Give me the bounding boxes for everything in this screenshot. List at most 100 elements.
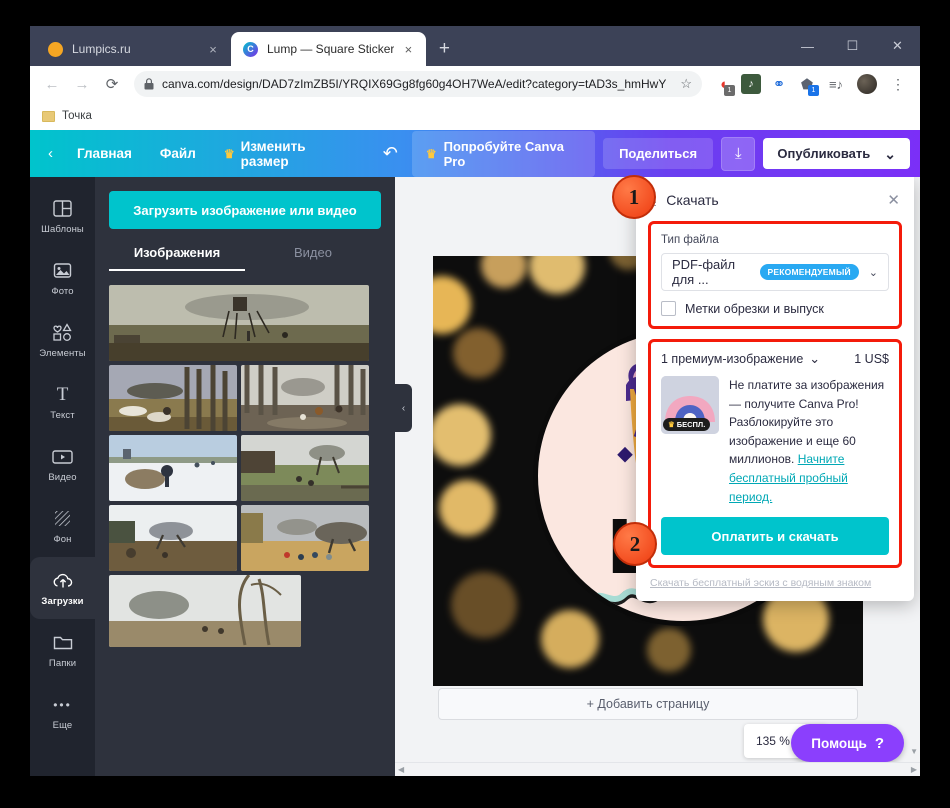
sidebar-item-video[interactable]: Видео <box>30 433 95 495</box>
templates-icon <box>53 198 72 220</box>
extension-badge: 1 <box>808 85 819 96</box>
bokeh-light <box>439 480 495 536</box>
canva-icon: C <box>243 41 258 57</box>
window-close-button[interactable]: ✕ <box>875 26 920 66</box>
extension-badge: 1 <box>724 85 735 96</box>
sidebar-item-label: Видео <box>48 471 77 483</box>
sidebar-item-folders[interactable]: Папки <box>30 619 95 681</box>
canva-body: Шаблоны Фото Элементы T Текст Видео Фон … <box>30 177 920 776</box>
music-extension-icon[interactable]: ♪ <box>741 74 761 94</box>
download-icon-button[interactable]: ⤓ <box>721 136 756 171</box>
sidebar-item-templates[interactable]: Шаблоны <box>30 185 95 247</box>
download-panel-title: Скачать <box>666 192 719 208</box>
bookmark-item-label[interactable]: Точка <box>62 110 92 122</box>
home-button[interactable]: Главная <box>63 140 146 167</box>
upload-thumbnail[interactable] <box>109 435 237 501</box>
crop-marks-row[interactable]: Метки обрезки и выпуск <box>661 301 889 316</box>
zoom-level: 135 % <box>755 734 790 748</box>
help-label: Помощь <box>811 735 867 751</box>
sidebar-item-more[interactable]: ••• Еще <box>30 681 95 743</box>
sidebar-item-photo[interactable]: Фото <box>30 247 95 309</box>
sidebar-item-label: Папки <box>48 657 77 669</box>
help-button[interactable]: Помощь ? <box>791 724 904 762</box>
pay-and-download-button[interactable]: Оплатить и скачать <box>661 517 889 556</box>
chevron-down-icon: ⌄ <box>868 266 878 279</box>
scroll-right-arrow-icon[interactable]: ▶ <box>911 765 917 774</box>
recorder-extension-icon[interactable]: ◖ 1 <box>713 74 735 96</box>
resize-button[interactable]: ♛ Изменить размер <box>210 133 369 175</box>
upload-thumbnail[interactable] <box>241 505 369 571</box>
minimize-button[interactable]: — <box>785 26 830 66</box>
upload-thumbnail[interactable] <box>109 505 237 571</box>
omnibox-url: canva.com/design/DAD7zImZB5I/YRQIX69Gg8f… <box>162 77 667 91</box>
back-icon[interactable]: ← <box>38 70 66 98</box>
filetype-value: PDF-файл для ... <box>672 257 736 287</box>
text-icon: T <box>56 383 69 405</box>
upload-thumbnail[interactable] <box>109 575 301 647</box>
free-badge-label: БЕСПЛ. <box>676 420 706 429</box>
tab-title: Lump — Square Sticker <box>267 42 395 56</box>
uploads-thumbnail-grid <box>109 285 381 647</box>
premium-count-label: 1 премиум-изображение <box>661 352 804 366</box>
undo-icon[interactable]: ↶ <box>369 139 412 168</box>
publish-label: Опубликовать <box>777 146 871 161</box>
filetype-select[interactable]: PDF-файл для ... РЕКОМЕНДУЕМЫЙ ⌄ <box>661 253 889 291</box>
premium-header[interactable]: 1 премиум-изображение ⌄ 1 US$ <box>661 352 889 366</box>
maximize-button[interactable]: ☐ <box>830 26 875 66</box>
premium-image-section: 1 премиум-изображение ⌄ 1 US$ ♛ БЕСПЛ. Н… <box>648 339 902 569</box>
resize-label: Изменить размер <box>240 138 306 169</box>
sidebar-item-text[interactable]: T Текст <box>30 371 95 433</box>
avatar[interactable] <box>857 74 877 94</box>
uploads-cloud-icon <box>52 570 74 592</box>
crop-marks-checkbox[interactable] <box>661 301 676 316</box>
omnibox[interactable]: canva.com/design/DAD7zImZB5I/YRQIX69Gg8f… <box>134 71 702 97</box>
globe-extension-icon[interactable]: ⚭ <box>769 74 789 94</box>
collapse-panel-button[interactable]: ‹ <box>395 384 412 432</box>
share-button[interactable]: Поделиться <box>603 138 714 169</box>
annotation-badge-2: 2 <box>613 522 657 566</box>
orange-dot-icon <box>48 41 63 57</box>
new-tab-button[interactable]: + <box>430 35 458 63</box>
watermark-download-link[interactable]: Скачать бесплатный эскиз с водяным знако… <box>648 577 902 589</box>
close-icon[interactable]: × <box>400 41 416 57</box>
scroll-left-arrow-icon[interactable]: ◀ <box>398 765 404 774</box>
tab-videos[interactable]: Видео <box>245 245 381 271</box>
sidebar-item-elements[interactable]: Элементы <box>30 309 95 371</box>
download-panel-header: ⤓ Скачать ✕ <box>648 187 902 221</box>
browser-window: Lumpics.ru × C Lump — Square Sticker × +… <box>30 26 920 776</box>
try-canva-pro-button[interactable]: ♛ Попробуйте Canva Pro <box>411 130 596 177</box>
address-bar: ← → ⟳ canva.com/design/DAD7zImZB5I/YRQIX… <box>30 66 920 102</box>
tab-images[interactable]: Изображения <box>109 245 245 271</box>
premium-promo-text: Не платите за изображения — получите Can… <box>729 376 889 506</box>
sidebar-item-background[interactable]: Фон <box>30 495 95 557</box>
scroll-down-arrow-icon[interactable]: ▼ <box>910 747 918 756</box>
upload-media-button[interactable]: Загрузить изображение или видео <box>109 191 381 229</box>
horizontal-scrollbar[interactable]: ◀ ▶ <box>395 762 920 776</box>
publish-button[interactable]: Опубликовать ⌄ <box>763 138 910 169</box>
upload-thumbnail[interactable] <box>109 365 237 431</box>
sidebar-item-label: Еще <box>52 719 73 731</box>
downloads-list-icon[interactable]: ≡♪ <box>822 70 850 98</box>
sidebar-item-uploads[interactable]: Загрузки <box>30 557 95 619</box>
browser-tab-lumpics[interactable]: Lumpics.ru × <box>36 32 231 66</box>
upload-thumbnail[interactable] <box>241 435 369 501</box>
bokeh-light <box>529 256 585 294</box>
upload-thumbnail[interactable] <box>241 365 369 431</box>
tab-title: Lumpics.ru <box>72 42 131 56</box>
canva-app: ‹ Главная Файл ♛ Изменить размер ↶ ♛ Поп… <box>30 130 920 776</box>
browser-tab-canva[interactable]: C Lump — Square Sticker × <box>231 32 427 66</box>
forward-icon[interactable]: → <box>68 70 96 98</box>
file-menu-button[interactable]: Файл <box>146 140 210 167</box>
close-icon[interactable]: ✕ <box>887 191 900 209</box>
premium-thumbnail[interactable]: ♛ БЕСПЛ. <box>661 376 719 434</box>
browser-menu-icon[interactable]: ⋮ <box>884 70 912 98</box>
upload-thumbnail[interactable] <box>109 285 369 361</box>
bokeh-light <box>647 628 691 672</box>
reload-icon[interactable]: ⟳ <box>98 70 126 98</box>
bokeh-light <box>451 572 517 638</box>
add-page-button[interactable]: + Добавить страницу <box>438 688 858 720</box>
star-icon[interactable]: ☆ <box>680 76 692 92</box>
close-icon[interactable]: × <box>205 41 221 57</box>
box-extension-icon[interactable]: ⬟ 1 <box>797 74 819 96</box>
uploads-tabs: Изображения Видео <box>109 245 381 271</box>
